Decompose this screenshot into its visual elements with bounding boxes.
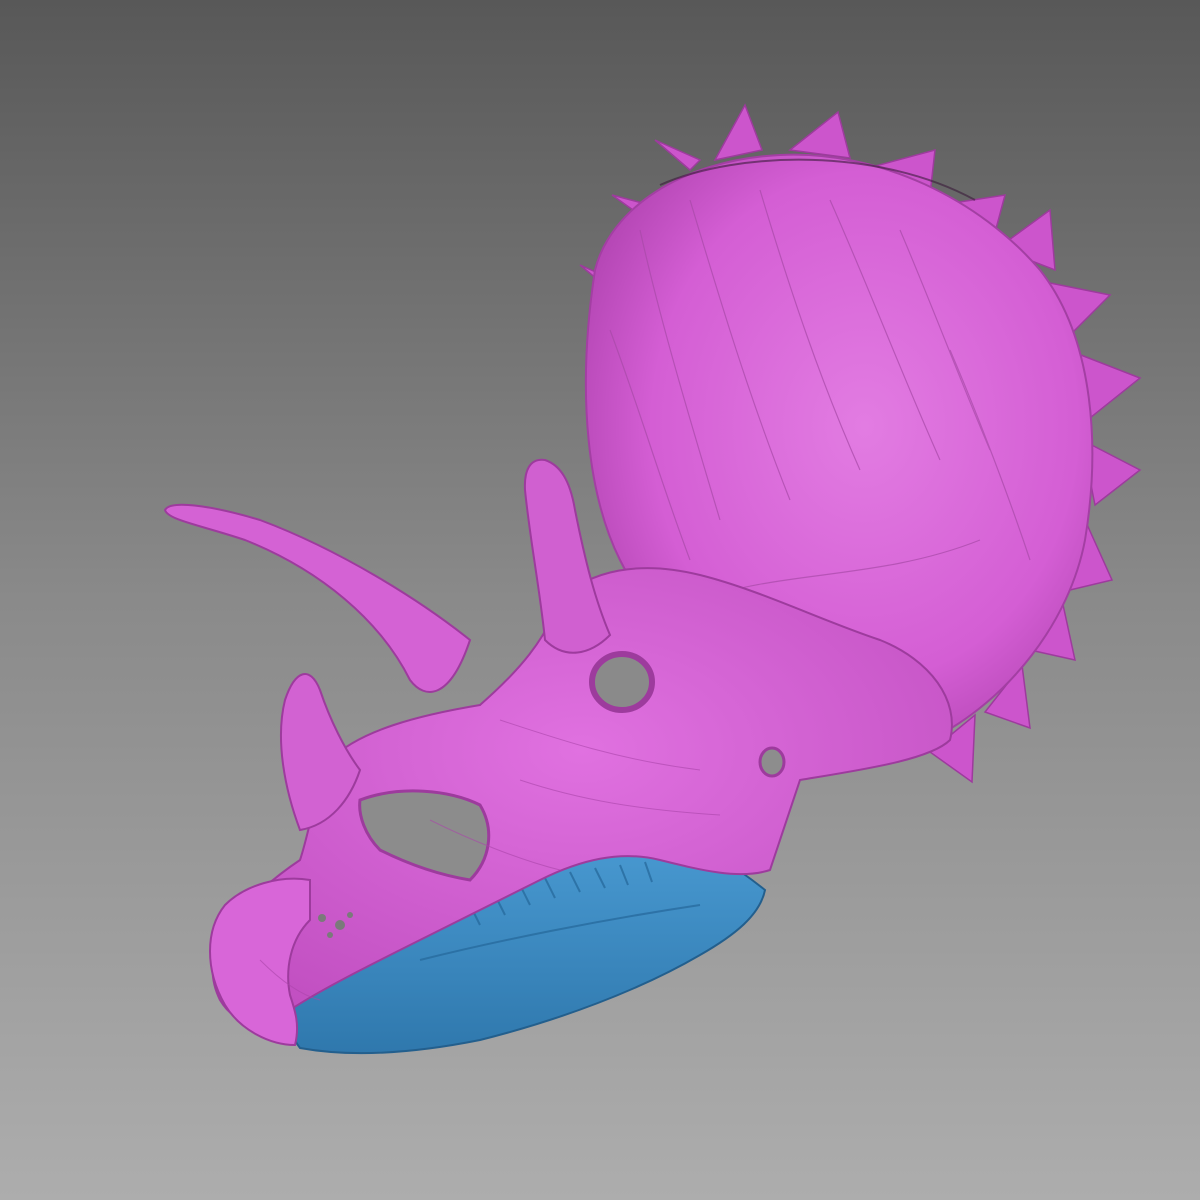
infratemporal-fenestra xyxy=(758,746,786,778)
orbit xyxy=(589,651,655,713)
brow-horn-left xyxy=(163,503,472,693)
3d-viewport[interactable] xyxy=(0,0,1200,1200)
model-render[interactable] xyxy=(0,0,1200,1200)
